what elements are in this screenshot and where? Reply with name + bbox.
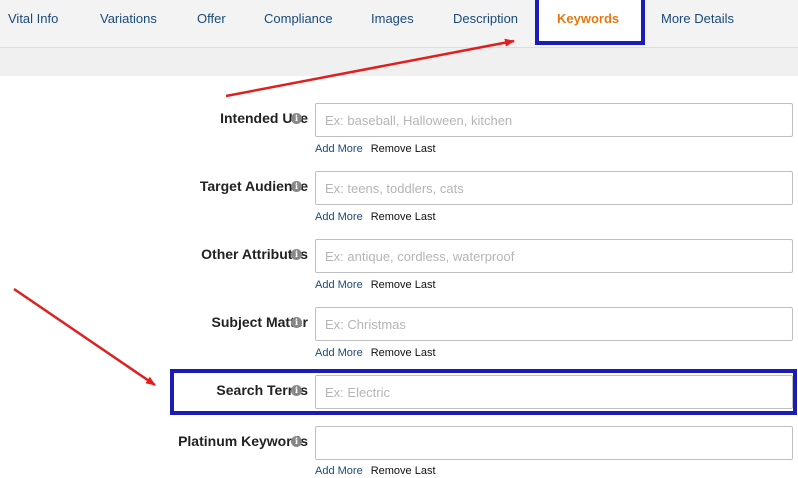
other-attributes-actions: Add More Remove Last xyxy=(315,279,436,291)
sub-header-bar xyxy=(0,48,798,76)
tab-vital-info[interactable]: Vital Info xyxy=(8,11,58,26)
add-more-link[interactable]: Add More xyxy=(315,279,363,291)
subject-matter-actions: Add More Remove Last xyxy=(315,347,436,359)
remove-last-link[interactable]: Remove Last xyxy=(371,347,436,359)
tab-offer[interactable]: Offer xyxy=(197,11,226,26)
tab-compliance[interactable]: Compliance xyxy=(264,11,333,26)
add-more-link[interactable]: Add More xyxy=(315,465,363,477)
info-icon[interactable]: i xyxy=(291,181,302,192)
info-icon[interactable]: i xyxy=(291,113,302,124)
info-icon[interactable]: i xyxy=(291,317,302,328)
remove-last-link[interactable]: Remove Last xyxy=(371,211,436,223)
tab-keywords[interactable]: Keywords xyxy=(557,11,619,26)
arrow-to-search-terms xyxy=(13,287,156,387)
info-icon[interactable]: i xyxy=(291,249,302,260)
info-icon[interactable]: i xyxy=(291,385,302,396)
remove-last-link[interactable]: Remove Last xyxy=(371,143,436,155)
remove-last-link[interactable]: Remove Last xyxy=(371,279,436,291)
platinum-keywords-label: Platinum Keywords xyxy=(178,433,308,449)
add-more-link[interactable]: Add More xyxy=(315,143,363,155)
subject-matter-input[interactable] xyxy=(315,307,793,341)
tab-images[interactable]: Images xyxy=(371,11,414,26)
add-more-link[interactable]: Add More xyxy=(315,211,363,223)
other-attributes-input[interactable] xyxy=(315,239,793,273)
platinum-keywords-input[interactable] xyxy=(315,426,793,460)
tab-description[interactable]: Description xyxy=(453,11,518,26)
tab-variations[interactable]: Variations xyxy=(100,11,157,26)
target-audience-input[interactable] xyxy=(315,171,793,205)
platinum-keywords-actions: Add More Remove Last xyxy=(315,465,436,477)
intended-use-actions: Add More Remove Last xyxy=(315,143,436,155)
tab-bar: Vital Info Variations Offer Compliance I… xyxy=(0,0,798,48)
target-audience-actions: Add More Remove Last xyxy=(315,211,436,223)
add-more-link[interactable]: Add More xyxy=(315,347,363,359)
remove-last-link[interactable]: Remove Last xyxy=(371,465,436,477)
intended-use-input[interactable] xyxy=(315,103,793,137)
tab-more-details[interactable]: More Details xyxy=(661,11,734,26)
info-icon[interactable]: i xyxy=(291,436,302,447)
search-terms-input[interactable] xyxy=(315,375,793,409)
